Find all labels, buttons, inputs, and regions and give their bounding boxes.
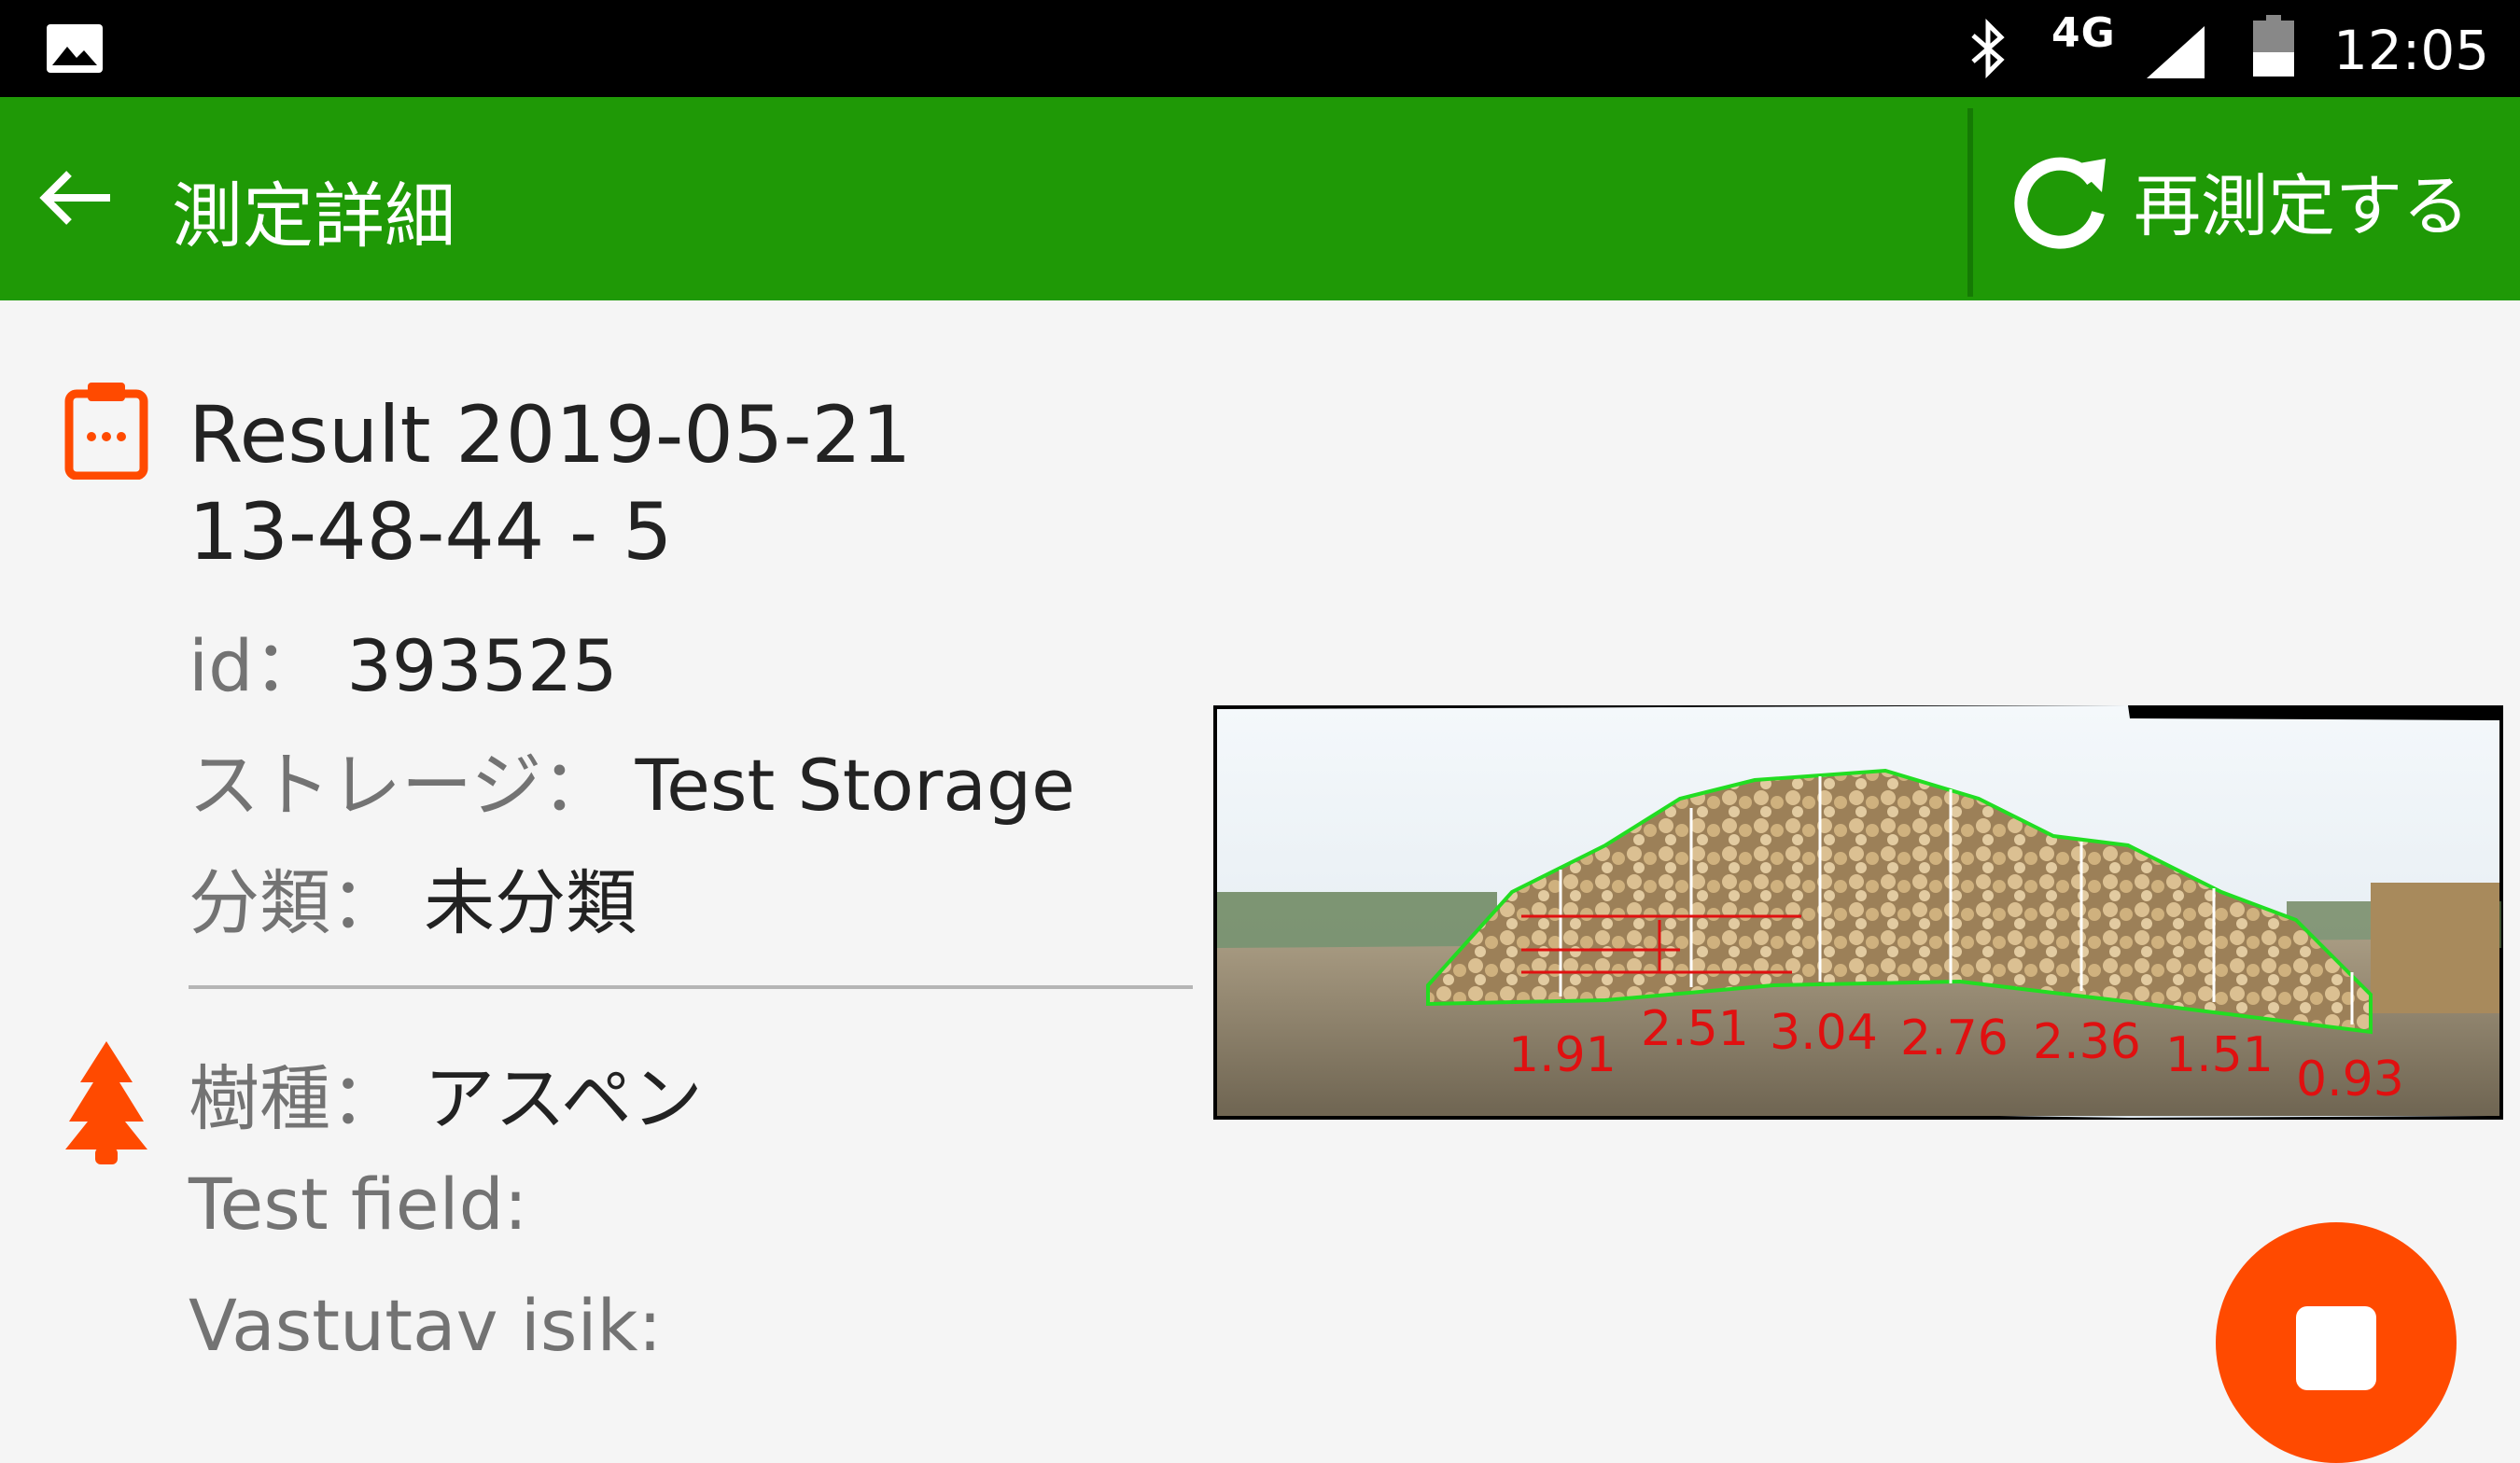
classification-row: 分類： 未分類 xyxy=(189,845,637,948)
section-divider xyxy=(189,985,1193,989)
species-label: 樹種： xyxy=(189,1057,401,1140)
test-field-label: Test field: xyxy=(189,1163,528,1246)
id-row: id： 393525 xyxy=(189,608,618,711)
clipboard-icon xyxy=(64,383,148,480)
vastutav-isik-label: Vastutav isik: xyxy=(189,1284,663,1367)
section-height-3: 3.04 xyxy=(1770,1005,1878,1061)
measurement-detail: Result 2019-05-21 13-48-44 - 5 id： 39352… xyxy=(0,300,2520,1463)
back-arrow-icon[interactable] xyxy=(37,168,116,228)
classification-label: 分類： xyxy=(189,861,401,944)
fab-icon xyxy=(2296,1306,2376,1390)
section-height-4: 2.76 xyxy=(1900,1010,2009,1066)
floating-action-button[interactable] xyxy=(2216,1222,2457,1463)
cell-signal-icon xyxy=(2147,26,2205,78)
log-pile-measurement-image[interactable]: 1.91 2.51 3.04 2.76 2.36 1.51 0.93 xyxy=(1213,705,2503,1120)
section-height-6: 1.51 xyxy=(2165,1027,2274,1083)
app-bar-divider xyxy=(1967,108,1973,297)
vastutav-isik-row: Vastutav isik: xyxy=(189,1284,662,1367)
result-title-line2: 13-48-44 - 5 xyxy=(189,486,673,578)
classification-value: 未分類 xyxy=(424,861,637,944)
bluetooth-icon xyxy=(1971,19,2005,78)
id-value: 393525 xyxy=(346,624,618,707)
result-title: Result 2019-05-21 13-48-44 - 5 xyxy=(189,386,1122,580)
storage-value: Test Storage xyxy=(635,744,1075,827)
result-title-line1: Result 2019-05-21 xyxy=(189,389,912,481)
storage-label: ストレージ： xyxy=(189,744,613,827)
storage-row: ストレージ： Test Storage xyxy=(189,728,1075,830)
section-height-5: 2.36 xyxy=(2033,1014,2141,1070)
clock: 12:05 xyxy=(2333,19,2490,82)
app-bar: 測定詳細 再測定する xyxy=(0,97,2520,300)
remeasure-label: 再測定する xyxy=(2134,166,2471,245)
species-row: 樹種： アスペン xyxy=(189,1041,703,1144)
remeasure-button[interactable]: 再測定する xyxy=(2007,134,2492,265)
network-type: 4G xyxy=(2051,9,2116,57)
page-title: 測定詳細 xyxy=(172,174,455,258)
id-label: id： xyxy=(189,624,325,707)
status-bar: 4G 12:05 xyxy=(0,0,2520,97)
section-height-1: 1.91 xyxy=(1508,1027,1617,1083)
battery-icon xyxy=(2253,15,2294,77)
refresh-icon xyxy=(2014,157,2106,249)
section-height-2: 2.51 xyxy=(1641,1001,1749,1057)
image-notification-icon xyxy=(47,24,103,73)
test-field-row: Test field: xyxy=(189,1163,527,1246)
species-value: アスペン xyxy=(424,1057,703,1140)
section-height-7: 0.93 xyxy=(2296,1052,2404,1108)
tree-icon xyxy=(65,1041,147,1164)
